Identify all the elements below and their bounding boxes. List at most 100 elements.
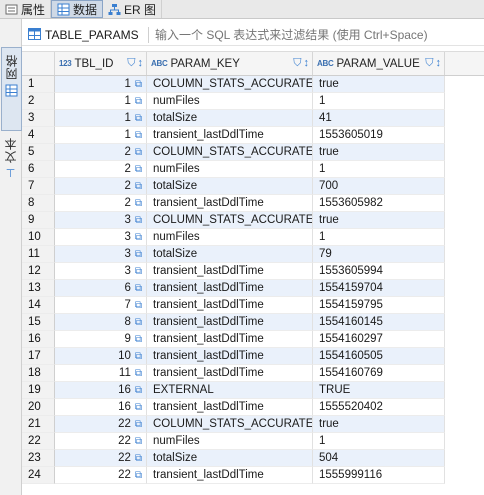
cell-param-value[interactable]: 79: [313, 246, 445, 263]
cell-param-key[interactable]: transient_lastDdlTime: [147, 263, 313, 280]
table-row[interactable]: 19 16 ⧉ EXTERNAL TRUE: [22, 382, 484, 399]
cell-param-key[interactable]: transient_lastDdlTime: [147, 399, 313, 416]
cell-param-value[interactable]: true: [313, 416, 445, 433]
table-row[interactable]: 16 9 ⧉ transient_lastDdlTime 1554160297: [22, 331, 484, 348]
cell-tbl-id[interactable]: 16 ⧉: [55, 399, 147, 416]
reference-link-icon[interactable]: ⧉: [135, 436, 142, 447]
reference-link-icon[interactable]: ⧉: [135, 266, 142, 277]
cell-tbl-id[interactable]: 1 ⧉: [55, 110, 147, 127]
row-number[interactable]: 11: [22, 246, 55, 263]
row-number[interactable]: 7: [22, 178, 55, 195]
row-number[interactable]: 10: [22, 229, 55, 246]
reference-link-icon[interactable]: ⧉: [135, 317, 142, 328]
cell-param-key[interactable]: transient_lastDdlTime: [147, 314, 313, 331]
column-header-param-value[interactable]: ABC PARAM_VALUE ⛉ ↕: [313, 52, 445, 75]
table-row[interactable]: 20 16 ⧉ transient_lastDdlTime 1555520402: [22, 399, 484, 416]
cell-param-key[interactable]: transient_lastDdlTime: [147, 467, 313, 484]
table-row[interactable]: 10 3 ⧉ numFiles 1: [22, 229, 484, 246]
cell-tbl-id[interactable]: 10 ⧉: [55, 348, 147, 365]
row-number[interactable]: 4: [22, 127, 55, 144]
table-row[interactable]: 9 3 ⧉ COLUMN_STATS_ACCURATE true: [22, 212, 484, 229]
table-row[interactable]: 23 22 ⧉ totalSize 504: [22, 450, 484, 467]
cell-param-key[interactable]: transient_lastDdlTime: [147, 195, 313, 212]
reference-link-icon[interactable]: ⧉: [135, 232, 142, 243]
cell-param-value[interactable]: 1554160145: [313, 314, 445, 331]
table-row[interactable]: 24 22 ⧉ transient_lastDdlTime 1555999116: [22, 467, 484, 484]
column-header-tbl-id[interactable]: 123 TBL_ID ⛉ ↕: [55, 52, 147, 75]
cell-param-key[interactable]: numFiles: [147, 93, 313, 110]
tab-properties[interactable]: 属性: [0, 0, 52, 18]
cell-tbl-id[interactable]: 3 ⧉: [55, 263, 147, 280]
table-row[interactable]: 11 3 ⧉ totalSize 79: [22, 246, 484, 263]
row-number[interactable]: 22: [22, 433, 55, 450]
reference-link-icon[interactable]: ⧉: [135, 334, 142, 345]
cell-param-value[interactable]: 1: [313, 93, 445, 110]
filter-icon[interactable]: ⛉: [293, 57, 301, 70]
cell-param-key[interactable]: EXTERNAL: [147, 382, 313, 399]
reference-link-icon[interactable]: ⧉: [135, 249, 142, 260]
table-row[interactable]: 3 1 ⧉ totalSize 41: [22, 110, 484, 127]
sort-icon[interactable]: ↕: [138, 57, 144, 70]
cell-param-key[interactable]: transient_lastDdlTime: [147, 348, 313, 365]
row-number[interactable]: 16: [22, 331, 55, 348]
cell-tbl-id[interactable]: 8 ⧉: [55, 314, 147, 331]
filter-icon[interactable]: ⛉: [425, 57, 433, 70]
reference-link-icon[interactable]: ⧉: [135, 351, 142, 362]
reference-link-icon[interactable]: ⧉: [135, 96, 142, 107]
cell-tbl-id[interactable]: 1 ⧉: [55, 93, 147, 110]
row-number[interactable]: 17: [22, 348, 55, 365]
cell-param-key[interactable]: transient_lastDdlTime: [147, 365, 313, 382]
reference-link-icon[interactable]: ⧉: [135, 419, 142, 430]
table-row[interactable]: 17 10 ⧉ transient_lastDdlTime 1554160505: [22, 348, 484, 365]
reference-link-icon[interactable]: ⧉: [135, 164, 142, 175]
sort-icon[interactable]: ↕: [436, 57, 442, 70]
row-number[interactable]: 9: [22, 212, 55, 229]
cell-param-value[interactable]: 1: [313, 161, 445, 178]
table-row[interactable]: 5 2 ⧉ COLUMN_STATS_ACCURATE true: [22, 144, 484, 161]
reference-link-icon[interactable]: ⧉: [135, 470, 142, 481]
cell-param-key[interactable]: numFiles: [147, 229, 313, 246]
cell-param-value[interactable]: TRUE: [313, 382, 445, 399]
row-number[interactable]: 5: [22, 144, 55, 161]
row-number[interactable]: 3: [22, 110, 55, 127]
cell-param-value[interactable]: 700: [313, 178, 445, 195]
row-number[interactable]: 18: [22, 365, 55, 382]
cell-param-key[interactable]: transient_lastDdlTime: [147, 280, 313, 297]
cell-tbl-id[interactable]: 22 ⧉: [55, 416, 147, 433]
cell-param-key[interactable]: totalSize: [147, 178, 313, 195]
row-number[interactable]: 21: [22, 416, 55, 433]
reference-link-icon[interactable]: ⧉: [135, 402, 142, 413]
row-number[interactable]: 1: [22, 76, 55, 93]
cell-param-key[interactable]: totalSize: [147, 246, 313, 263]
cell-tbl-id[interactable]: 16 ⧉: [55, 382, 147, 399]
cell-param-value[interactable]: 41: [313, 110, 445, 127]
tab-data[interactable]: 数据: [51, 0, 104, 18]
row-number[interactable]: 12: [22, 263, 55, 280]
cell-param-key[interactable]: transient_lastDdlTime: [147, 331, 313, 348]
cell-param-key[interactable]: numFiles: [147, 433, 313, 450]
reference-link-icon[interactable]: ⧉: [135, 79, 142, 90]
cell-param-value[interactable]: true: [313, 144, 445, 161]
cell-tbl-id[interactable]: 6 ⧉: [55, 280, 147, 297]
row-number[interactable]: 20: [22, 399, 55, 416]
row-number[interactable]: 2: [22, 93, 55, 110]
row-number[interactable]: 19: [22, 382, 55, 399]
cell-tbl-id[interactable]: 1 ⧉: [55, 127, 147, 144]
cell-tbl-id[interactable]: 1 ⧉: [55, 76, 147, 93]
row-number[interactable]: 6: [22, 161, 55, 178]
cell-param-value[interactable]: 1555999116: [313, 467, 445, 484]
cell-tbl-id[interactable]: 9 ⧉: [55, 331, 147, 348]
grid-view-button[interactable]: 网格: [1, 47, 22, 131]
reference-link-icon[interactable]: ⧉: [135, 113, 142, 124]
cell-param-value[interactable]: 1553605982: [313, 195, 445, 212]
cell-param-key[interactable]: totalSize: [147, 450, 313, 467]
cell-tbl-id[interactable]: 3 ⧉: [55, 246, 147, 263]
table-row[interactable]: 4 1 ⧉ transient_lastDdlTime 1553605019: [22, 127, 484, 144]
cell-param-value[interactable]: 504: [313, 450, 445, 467]
table-row[interactable]: 1 1 ⧉ COLUMN_STATS_ACCURATE true: [22, 76, 484, 93]
cell-param-key[interactable]: COLUMN_STATS_ACCURATE: [147, 144, 313, 161]
cell-param-value[interactable]: 1554159795: [313, 297, 445, 314]
row-number[interactable]: 13: [22, 280, 55, 297]
table-row[interactable]: 21 22 ⧉ COLUMN_STATS_ACCURATE true: [22, 416, 484, 433]
cell-tbl-id[interactable]: 2 ⧉: [55, 144, 147, 161]
